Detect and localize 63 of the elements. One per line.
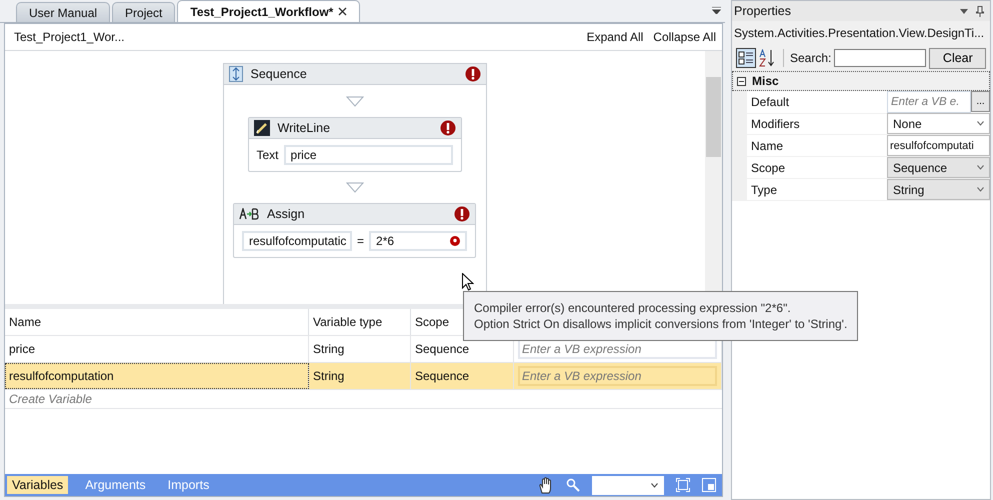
assign-to-field[interactable]: resulfofcomputatic: [242, 231, 352, 251]
hand-icon[interactable]: [538, 476, 554, 494]
field-label: Text: [256, 148, 279, 162]
document-tab[interactable]: Project: [112, 2, 176, 22]
table-cell: Sequence: [411, 363, 514, 389]
pencil-icon: [254, 120, 270, 136]
expression-field[interactable]: Enter a VB e.: [887, 91, 971, 113]
sequence-icon: [228, 66, 242, 82]
document-tab[interactable]: User Manual: [16, 2, 110, 22]
zoom-dropdown[interactable]: [592, 476, 664, 494]
column-header[interactable]: Variable type: [309, 309, 411, 335]
property-text-field[interactable]: resulfofcomputati: [887, 135, 990, 156]
document-tab[interactable]: Test_Project1_Workflow*: [177, 0, 360, 22]
panel-tab[interactable]: Variables: [7, 476, 68, 494]
default-value-field[interactable]: Enter a VB expression: [518, 366, 717, 386]
close-icon[interactable]: [338, 7, 348, 16]
fit-to-screen-icon[interactable]: [676, 478, 690, 492]
property-label: Name: [747, 135, 887, 157]
dropdown-arrow-icon[interactable]: [960, 8, 968, 14]
property-dropdown[interactable]: Sequence: [887, 157, 990, 178]
assign-value-field[interactable]: 2*6: [369, 231, 467, 251]
expand-all-link[interactable]: Expand All: [586, 30, 644, 44]
text-field[interactable]: price: [284, 145, 452, 165]
property-dropdown[interactable]: String: [887, 179, 990, 200]
table-cell: resulfofcomputation: [5, 363, 309, 389]
overview-icon[interactable]: [702, 478, 716, 492]
drop-target-icon: [346, 96, 364, 107]
caret-icon: [977, 187, 984, 192]
table-cell: String: [309, 363, 411, 389]
property-dropdown[interactable]: None: [887, 113, 990, 134]
writeline-activity[interactable]: WriteLine Text price: [248, 117, 462, 172]
activity-title: WriteLine: [278, 121, 330, 135]
column-header[interactable]: Name: [5, 309, 309, 335]
browse-button[interactable]: ...: [971, 91, 990, 112]
clear-button[interactable]: Clear: [929, 48, 986, 68]
drop-target-icon: [346, 182, 364, 193]
collapse-all-link[interactable]: Collapse All: [653, 30, 716, 44]
table-cell: String: [309, 336, 411, 362]
categorized-view-icon[interactable]: [736, 48, 756, 68]
dropdown-arrow-icon[interactable]: [712, 7, 721, 14]
caret-icon: [977, 165, 984, 170]
category-header[interactable]: Misc: [732, 71, 990, 91]
selected-type-name: System.Activities.Presentation.View.DesignTi...: [732, 21, 990, 45]
caret-icon: [651, 482, 658, 488]
pin-icon[interactable]: [976, 6, 984, 16]
create-variable-row[interactable]: Create Variable: [5, 390, 722, 409]
activity-title: Assign: [267, 207, 305, 221]
variable-row[interactable]: resulfofcomputation String Sequence Enter a VB expression: [5, 363, 722, 390]
sort-alphabetical-icon[interactable]: [759, 49, 777, 67]
breadcrumb[interactable]: Test_Project1_Wor...: [14, 30, 124, 44]
search-field[interactable]: [834, 49, 926, 67]
activity-title: Sequence: [250, 67, 307, 81]
mouse-cursor-icon: [462, 273, 474, 291]
assign-activity[interactable]: Assign resulfofcomputatic = 2*6: [233, 203, 476, 258]
search-label: Search:: [790, 51, 832, 65]
table-cell: price: [5, 336, 309, 362]
search-icon[interactable]: [566, 478, 580, 492]
panel-title: Properties: [734, 4, 791, 18]
sequence-activity[interactable]: Sequence WriteLine Text price Assign resulfofcomputatic = 2*6: [222, 63, 486, 304]
caret-icon: [977, 121, 984, 126]
assign-icon: [239, 208, 259, 220]
equals-sign: =: [357, 234, 364, 248]
collapse-icon[interactable]: [737, 76, 746, 86]
